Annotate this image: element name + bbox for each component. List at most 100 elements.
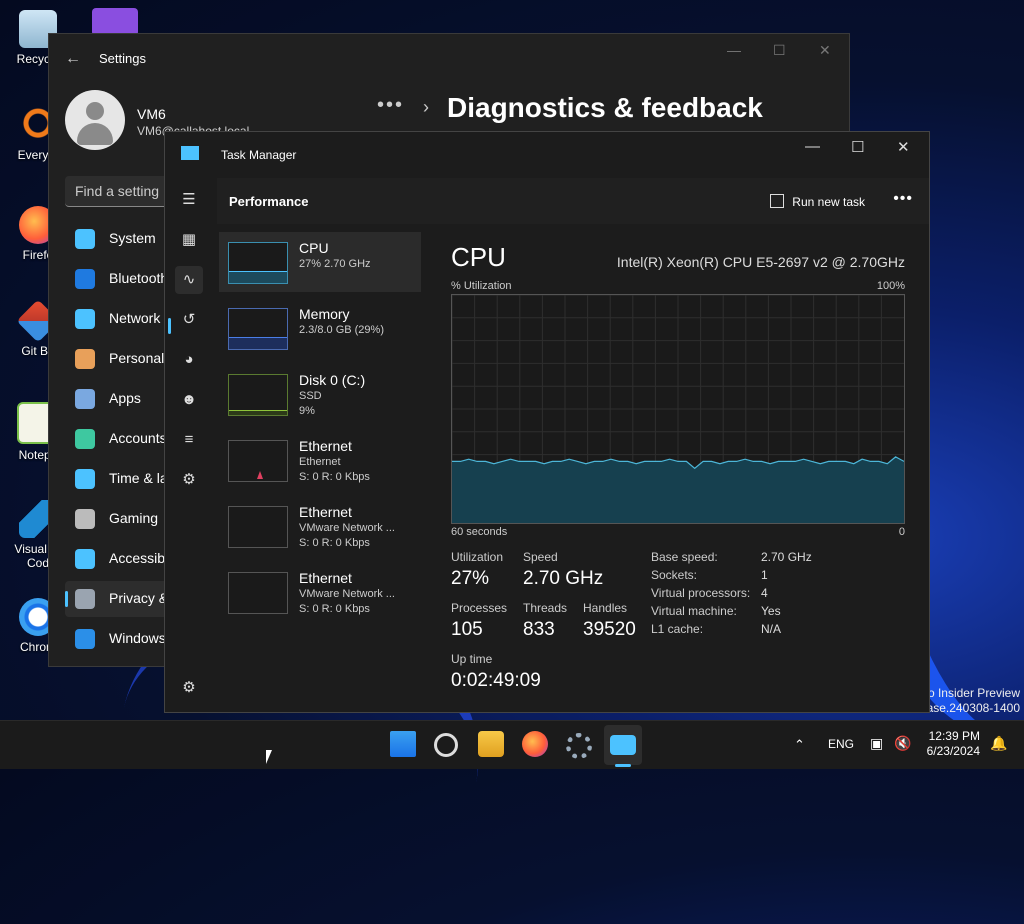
show-hidden-icons-chevron-icon[interactable]: ⌃	[794, 737, 805, 753]
bluetooth-icon	[75, 269, 95, 289]
spec-value: 4	[761, 586, 768, 600]
resource-name: Disk 0 (C:)	[299, 372, 366, 388]
cpu-utilization-area	[452, 456, 904, 523]
shield-icon	[75, 589, 95, 609]
resource-name: Ethernet	[299, 438, 352, 454]
spec-value: 2.70 GHz	[761, 550, 812, 564]
performance-icon[interactable]: ∿	[175, 266, 203, 294]
sidebar-item-label: Bluetooth	[109, 270, 169, 286]
spec-label: Sockets:	[651, 568, 698, 582]
sidebar-item-apps[interactable]: Apps	[65, 381, 175, 417]
search-icon[interactable]	[434, 733, 458, 757]
resource-item-ethernet[interactable]: Ethernet Ethernet S: 0 R: 0 Kbps	[219, 430, 421, 490]
resource-item-memory[interactable]: Memory 2.3/8.0 GB (29%)	[219, 298, 421, 358]
sidebar-item-gaming[interactable]: Gaming	[65, 501, 175, 537]
sidebar-item-label: Windows	[109, 630, 166, 646]
resource-detail: 27% 2.70 GHz	[299, 258, 371, 270]
resource-detail-2: S: 0 R: 0 Kbps	[299, 471, 370, 483]
visual-studio-icon[interactable]	[92, 8, 138, 36]
resource-item-ethernet[interactable]: Ethernet VMware Network ... S: 0 R: 0 Kbps	[219, 562, 421, 622]
selection-indicator	[65, 591, 68, 607]
file-explorer-icon[interactable]	[478, 731, 504, 757]
resource-item-cpu[interactable]: CPU 27% 2.70 GHz	[219, 232, 421, 292]
resource-name: Ethernet	[299, 504, 352, 520]
resource-mini-graph	[228, 374, 288, 416]
brush-icon	[75, 349, 95, 369]
processes-label: Processes	[451, 601, 508, 615]
sidebar-item-system[interactable]: System	[65, 221, 175, 257]
resource-detail: 2.3/8.0 GB (29%)	[299, 324, 384, 336]
resource-item-ethernet[interactable]: Ethernet VMware Network ... S: 0 R: 0 Kbps	[219, 496, 421, 556]
resource-item-disk[interactable]: Disk 0 (C:) SSD 9%	[219, 364, 421, 424]
sidebar-item-label: Gaming	[109, 510, 159, 526]
accounts-icon	[75, 429, 95, 449]
sidebar-item-shield[interactable]: Privacy &	[65, 581, 175, 617]
active-app-indicator	[615, 764, 631, 767]
sidebar-item-time-language[interactable]: Time & la	[65, 461, 175, 497]
settings-title: Settings	[99, 51, 146, 66]
watermark-line: ease.240308-1400	[919, 701, 1020, 715]
system-icon	[75, 229, 95, 249]
utilization-label: Utilization	[451, 550, 504, 564]
task-manager-window: Task Manager — ☐ ✕ ☰ ▦ ∿ ↺ ◕ ☻ ≡ ⚙ ⚙ Per…	[164, 131, 930, 713]
users-icon[interactable]: ☻	[175, 386, 203, 414]
network-icon[interactable]: ▣	[870, 735, 883, 752]
maximize-button[interactable]: ☐	[773, 42, 786, 59]
details-icon[interactable]: ≡	[175, 426, 203, 454]
notification-bell-icon[interactable]: 🔔	[990, 735, 1007, 752]
spec-value: 1	[761, 568, 768, 582]
mini-graph-fill	[229, 410, 287, 415]
task-manager-logo-icon	[181, 146, 199, 160]
clock-time: 12:39 PM	[928, 729, 980, 743]
resource-mini-graph	[228, 242, 288, 284]
accessibility-icon	[75, 549, 95, 569]
sidebar-item-label: Apps	[109, 390, 141, 406]
sidebar-item-accessibility[interactable]: Accessibi	[65, 541, 175, 577]
tm-minimize-button[interactable]: —	[805, 138, 820, 155]
run-new-task-button[interactable]: Run new task	[770, 194, 865, 209]
uptime-value: 0:02:49:09	[451, 670, 541, 691]
close-button[interactable]: ✕	[819, 42, 831, 59]
app-history-icon[interactable]: ↺	[175, 306, 203, 334]
performance-title: Performance	[229, 194, 309, 209]
tm-close-button[interactable]: ✕	[897, 138, 910, 156]
speed-value: 2.70 GHz	[523, 568, 604, 589]
tm-maximize-button[interactable]: ☐	[851, 138, 864, 156]
sidebar-item-wifi[interactable]: Network	[65, 301, 175, 337]
language-indicator[interactable]: ENG	[828, 737, 854, 751]
spec-value: N/A	[761, 622, 782, 636]
handles-label: Handles	[583, 601, 628, 615]
minimize-button[interactable]: —	[727, 42, 741, 58]
sidebar-item-windows-update[interactable]: Windows	[65, 621, 175, 657]
resource-name: CPU	[299, 240, 329, 256]
sidebar-item-label: Network	[109, 310, 161, 326]
spec-label: L1 cache:	[651, 622, 704, 636]
processes-icon[interactable]: ▦	[175, 226, 203, 254]
sidebar-item-accounts[interactable]: Accounts	[65, 421, 175, 457]
run-new-task-label: Run new task	[792, 195, 865, 209]
clock[interactable]: 12:39 PM 6/23/2024	[927, 729, 980, 759]
services-icon[interactable]: ⚙	[175, 466, 203, 494]
spec-label: Virtual processors:	[651, 586, 751, 600]
spec-value: Yes	[761, 604, 781, 618]
gaming-icon	[75, 509, 95, 529]
hamburger-menu-icon[interactable]: ☰	[175, 186, 203, 214]
start-windows-icon[interactable]	[390, 731, 416, 757]
resource-detail-2: 9%	[299, 405, 315, 417]
utilization-value: 27%	[451, 568, 490, 589]
sidebar-item-brush[interactable]: Personaliz	[65, 341, 175, 377]
more-options-button[interactable]: •••	[893, 190, 913, 208]
cpu-detail-pane: CPU Intel(R) Xeon(R) CPU E5-2697 v2 @ 2.…	[451, 232, 919, 702]
utilization-axis-label: % Utilization	[451, 280, 512, 292]
avatar[interactable]	[65, 90, 125, 150]
sidebar-item-bluetooth[interactable]: Bluetooth	[65, 261, 175, 297]
startup-apps-icon[interactable]: ◕	[175, 346, 203, 374]
breadcrumb-more-button[interactable]: •••	[377, 94, 404, 117]
taskbar: ⌃ ENG ▣ 🔇 12:39 PM 6/23/2024 🔔	[0, 720, 1024, 769]
firefox-icon[interactable]	[522, 731, 548, 757]
back-arrow-icon[interactable]: ←	[65, 50, 81, 68]
settings-gear-icon[interactable]: ⚙	[175, 674, 203, 702]
volume-muted-icon[interactable]: 🔇	[894, 735, 911, 752]
apps-icon	[75, 389, 95, 409]
settings-taskbar-icon[interactable]	[566, 733, 592, 759]
